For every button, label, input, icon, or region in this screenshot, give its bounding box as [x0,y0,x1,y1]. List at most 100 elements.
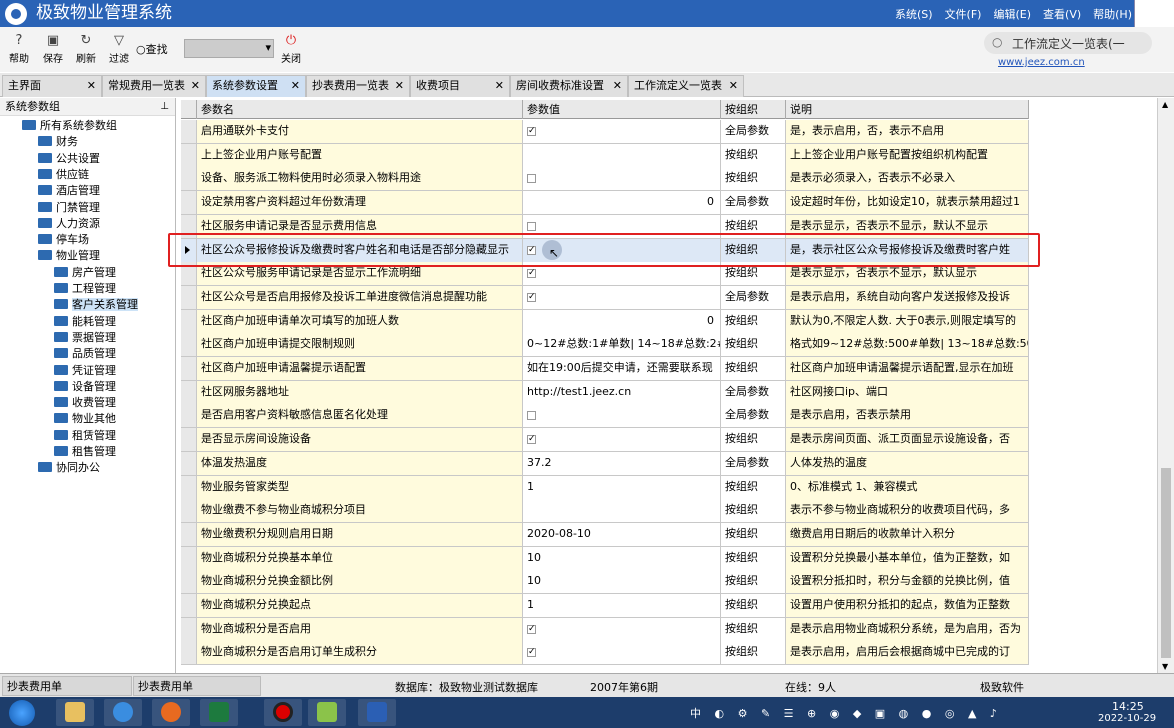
menu-file[interactable]: 文件(F) [945,6,982,22]
table-row[interactable]: 物业商城积分兑换金额比例 10 按组织 设置积分抵扣时，积分与金额的兑换比例，值 [181,570,1029,595]
row-header[interactable] [181,617,197,641]
scroll-up-icon[interactable]: ▲ [1162,100,1168,109]
table-row[interactable]: 物业服务管家类型 1 按组织 0、标准模式 1、兼容模式 [181,475,1029,500]
tree-subitem[interactable]: 房产管理 [54,265,116,281]
tree-item[interactable]: 酒店管理 [38,183,100,199]
row-header[interactable] [181,143,197,167]
close-icon[interactable]: ✕ [291,76,300,96]
checkbox-checked-icon[interactable]: ✓ [527,435,536,445]
help-button[interactable]: ? 帮助 [2,33,36,65]
table-row[interactable]: 物业商城积分是否启用订单生成积分 ✓ 按组织 是表示启用，启用后会根据商城中已完成的订 [181,641,1029,666]
param-value-cell[interactable]: 2020-08-10 [523,522,721,546]
status-tab[interactable]: 抄表费用单 [133,676,261,696]
table-row[interactable]: 启用通联外卡支付 ✓ 全局参数 是，表示启用，否，表示不启用 [181,120,1029,144]
taskbar-explorer-icon[interactable] [56,699,94,726]
search-dropdown[interactable] [184,39,274,58]
param-value-cell[interactable]: ✓ [523,120,721,143]
scroll-down-icon[interactable]: ▼ [1162,662,1168,671]
menu-help[interactable]: 帮助(H) [1093,6,1132,22]
param-value-cell[interactable]: 10 [523,570,721,594]
taskbar-firefox-icon[interactable] [152,699,190,726]
col-header-scope[interactable]: 按组织 [721,100,786,119]
tab-main[interactable]: 主界面 ✕ [2,75,102,97]
col-header-value[interactable]: 参数值 [523,100,721,119]
row-header[interactable] [181,428,197,452]
table-row[interactable]: 设定禁用客户资料超过年份数清理 0 全局参数 设定超时年份，比如设定10，就表示禁用超… [181,191,1029,216]
row-header[interactable] [181,120,197,143]
tab-charge-items[interactable]: 收费项目 ✕ [410,75,510,97]
row-header[interactable] [181,546,197,570]
tab-workflow-list[interactable]: 工作流定义一览表 ✕ [628,75,744,97]
close-icon[interactable]: ✕ [191,76,200,96]
tree-subitem[interactable]: 客户关系管理 [54,297,138,313]
table-row[interactable]: 社区服务申请记录是否显示费用信息 按组织 是表示显示，否表示不显示，默认不显示 [181,214,1029,239]
close-icon[interactable]: ✕ [613,76,622,96]
table-row[interactable]: 社区公众号服务申请记录是否显示工作流明细 ✓ 按组织 是表示显示，否表示不显示，默认显… [181,262,1029,287]
row-header[interactable] [181,404,197,428]
param-value-cell[interactable]: 如在19:00后提交申请，还需要联系现 [523,357,721,380]
table-row[interactable]: 社区网服务器地址 http://test1.jeez.cn 全局参数 社区网接口ip、… [181,380,1029,405]
checkbox-checked-icon[interactable]: ✓ [527,292,536,302]
param-value-cell[interactable]: 37.2 [523,451,721,475]
table-row[interactable]: 物业商城积分兑换起点 1 按组织 设置用户使用积分抵扣的起点，数值为正整数 [181,594,1029,618]
param-value-cell[interactable] [523,214,721,238]
row-header[interactable] [181,475,197,499]
close-icon[interactable]: ✕ [729,76,738,96]
tree-subitem[interactable]: 票据管理 [54,330,116,346]
start-button-icon[interactable] [4,698,42,727]
clock-date[interactable]: 2022-10-29 [1098,713,1156,724]
table-row[interactable]: 社区商户加班申请提交限制规则 0~12#总数:1#单数| 14~18#总数:2# 按… [181,333,1029,358]
checkbox-checked-icon[interactable]: ✓ [527,624,536,634]
row-header[interactable] [181,309,197,333]
row-header[interactable] [181,451,197,475]
tree-subitem[interactable]: 凭证管理 [54,363,116,379]
row-header[interactable] [181,570,197,594]
param-value-cell[interactable]: http://test1.jeez.cn [523,380,721,404]
param-value-cell[interactable]: 0~12#总数:1#单数| 14~18#总数:2# [523,333,721,357]
checkbox-icon[interactable] [527,221,536,231]
row-header[interactable] [181,333,197,357]
table-row[interactable]: 体温发热温度 37.2 全局参数 人体发热的温度 [181,451,1029,476]
row-header[interactable] [181,594,197,617]
row-header[interactable] [181,380,197,404]
menu-view[interactable]: 查看(V) [1043,6,1081,22]
tree-item[interactable]: 协同办公 [38,460,100,476]
param-value-cell[interactable] [523,499,721,523]
param-value-cell[interactable]: ✓ [523,428,721,452]
table-row[interactable]: 是否显示房间设施设备 ✓ 按组织 是表示房间页面、派工页面显示设施设备，否 [181,428,1029,453]
param-value-cell[interactable]: ✓ [523,262,721,286]
tree-subitem[interactable]: 租售管理 [54,444,116,460]
table-row[interactable]: 社区公众号是否启用报修及投诉工单进度微信消息提醒功能 ✓ 全局参数 是表示启用，系统自… [181,285,1029,310]
checkbox-checked-icon[interactable]: ✓ [527,648,536,658]
tree-subitem[interactable]: 收费管理 [54,395,116,411]
param-value-cell[interactable]: 1 [523,594,721,617]
checkbox-checked-icon[interactable]: ✓ [527,245,536,255]
taskbar-app-icon[interactable] [104,699,142,726]
param-value-cell[interactable]: 10 [523,546,721,570]
clock-time[interactable]: 14:25 [1112,700,1144,713]
window-control-button[interactable] [1134,0,1174,27]
row-header[interactable] [181,357,197,380]
filter-button[interactable]: ▽ 过滤 [102,33,136,65]
checkbox-checked-icon[interactable]: ✓ [527,269,536,279]
table-row[interactable]: 社区商户加班申请温馨提示语配置 如在19:00后提交申请，还需要联系现 按组织 社区商… [181,357,1029,381]
close-button[interactable]: ⏻ 关闭 [274,33,308,65]
tree-item[interactable]: 物业管理 [38,248,100,264]
search-button[interactable]: ○查找 [136,41,168,57]
param-value-cell[interactable] [523,404,721,428]
tree-subitem[interactable]: 物业其他 [54,411,116,427]
tree-subitem[interactable]: 品质管理 [54,346,116,362]
close-icon[interactable]: ✕ [87,76,96,96]
tree-item[interactable]: 供应链 [38,167,89,183]
tree-item[interactable]: 财务 [38,134,78,150]
param-value-cell[interactable]: ✓ [523,641,721,665]
tree-root[interactable]: 所有系统参数组 [22,118,117,134]
table-row[interactable]: 社区公众号报修投诉及缴费时客户姓名和电话是否部分隐藏显示 ✓ 按组织 是，表示社区公众… [181,238,1029,263]
ime-indicator[interactable]: 中 [690,707,706,720]
checkbox-icon[interactable] [527,174,536,184]
col-header-name[interactable]: 参数名 [197,100,523,119]
row-header[interactable] [181,191,197,215]
tree-item[interactable]: 停车场 [38,232,89,248]
tab-room-fee-standard[interactable]: 房间收费标准设置 ✕ [510,75,628,97]
param-value-cell[interactable]: 0 [523,309,721,333]
